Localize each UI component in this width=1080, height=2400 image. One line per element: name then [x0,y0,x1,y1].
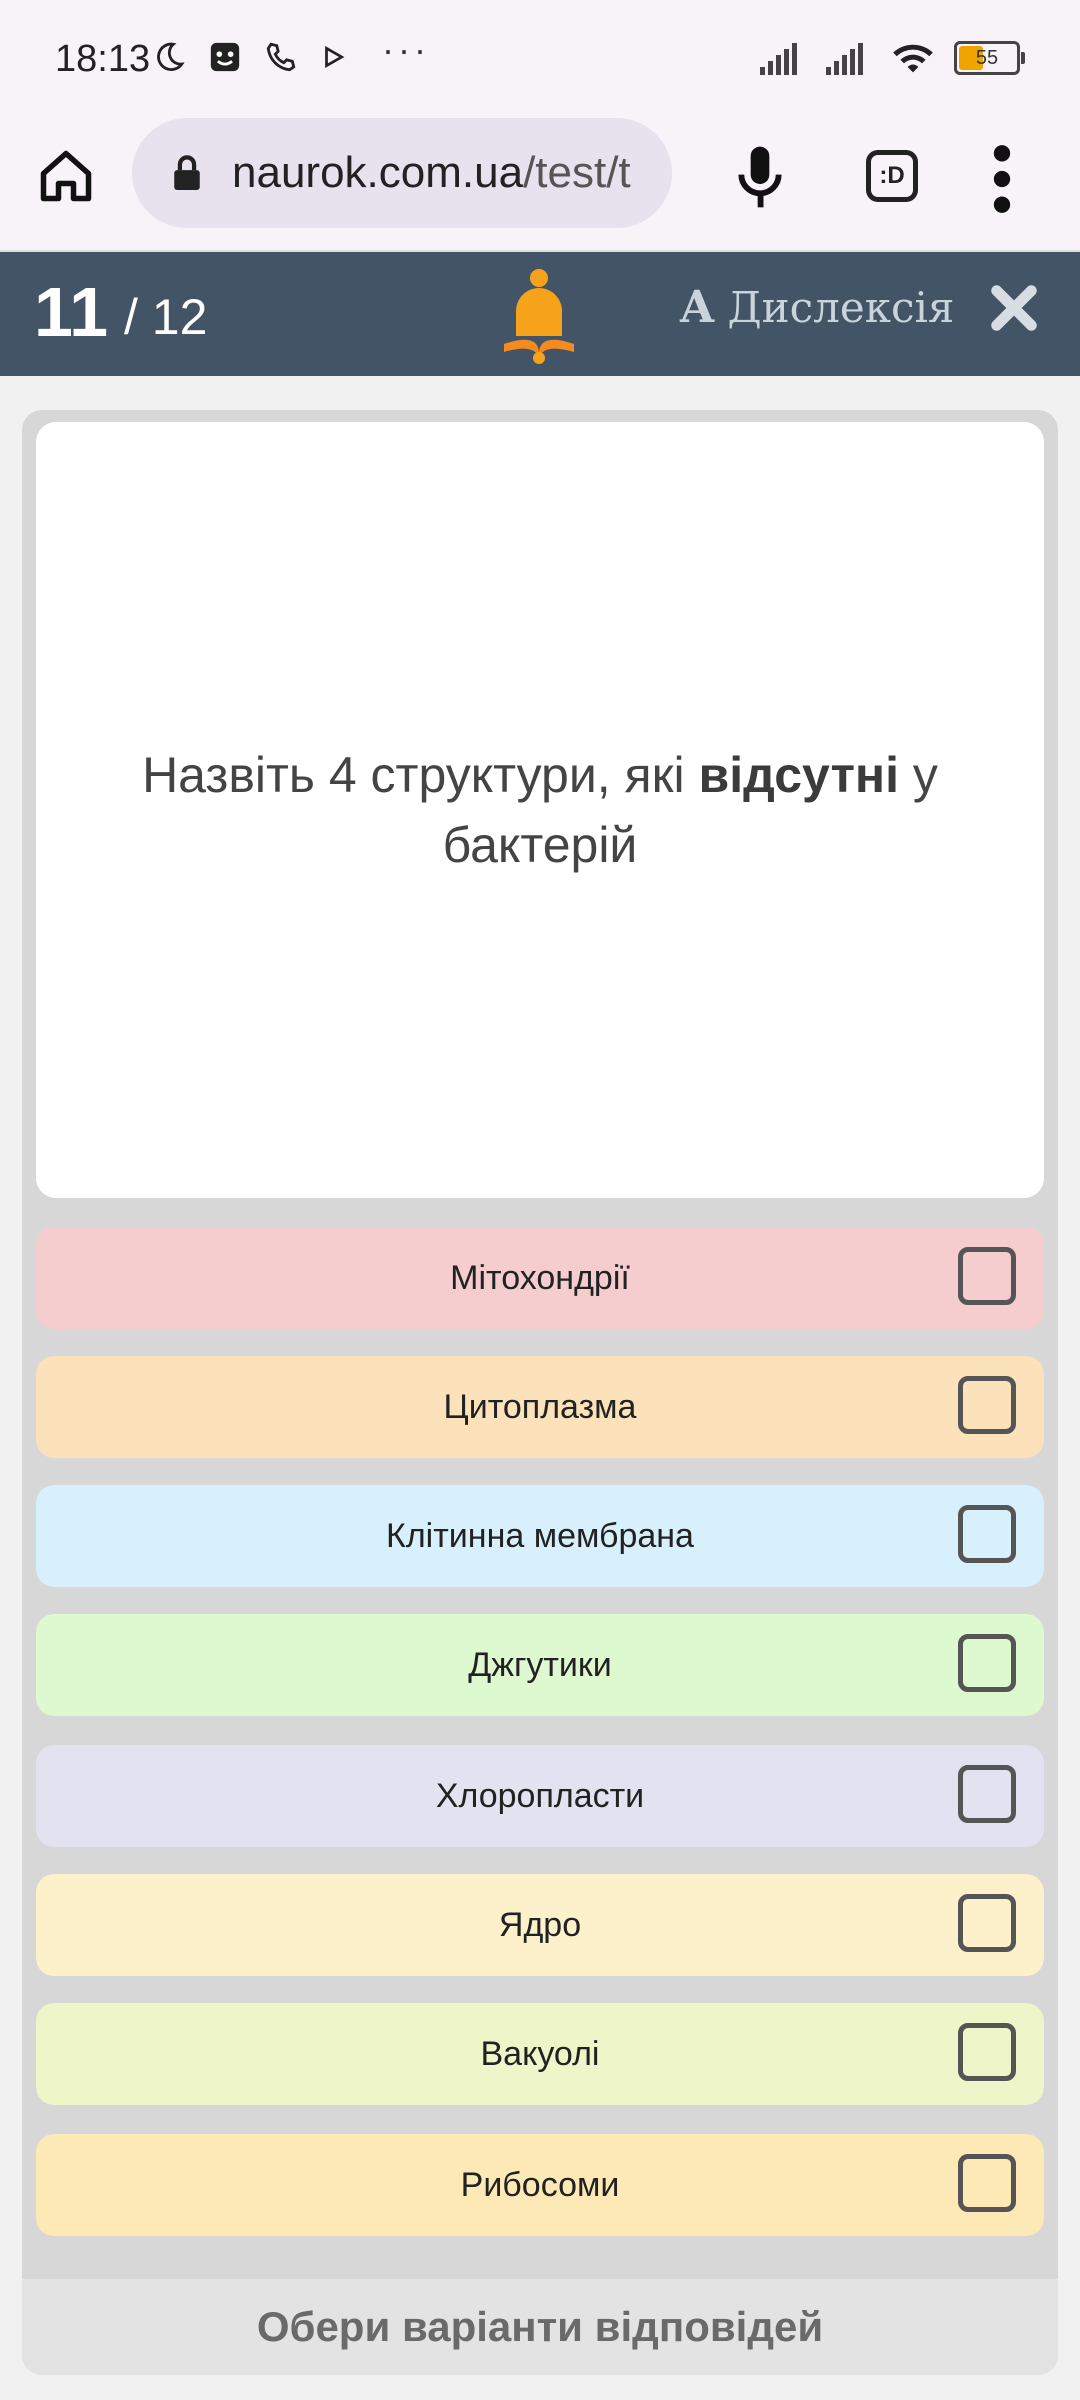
status-bar: 18:13 ··· 55 [0,0,1080,124]
url-path: /test/t [523,148,631,197]
play-icon [325,45,345,69]
answer-option[interactable]: Цитоплазма [36,1356,1044,1458]
answer-checkbox[interactable] [958,2154,1016,2212]
question-number: 11 [34,273,108,351]
overflow-menu-icon[interactable] [990,144,1014,214]
quiz-header: 11 / 12 A Дислексія [0,252,1080,376]
question-card: Назвіть 4 структури, які відсутні у бакт… [36,422,1044,1198]
answer-checkbox[interactable] [958,1505,1016,1563]
answer-option[interactable]: Мітохондрії [36,1227,1044,1329]
question-text-emphasis: відсутні [698,747,900,803]
answer-option-label: Рибосоми [460,2166,620,2204]
question-text: Назвіть 4 структури, які відсутні у бакт… [100,740,980,880]
answer-option[interactable]: Рибосоми [36,2134,1044,2236]
battery-level: 55 [975,47,999,69]
answer-option-label: Клітинна мембрана [386,1517,694,1555]
signal-icon [826,43,863,75]
question-panel: Назвіть 4 структури, які відсутні у бакт… [22,410,1058,2375]
lock-icon [174,155,200,190]
answer-checkbox[interactable] [958,1247,1016,1305]
phone-wifi-icon [266,42,296,72]
answer-checkbox[interactable] [958,2023,1016,2081]
answer-option-label: Джгутики [468,1646,612,1684]
dyslexia-letter: A [680,282,715,333]
question-text-start: Назвіть 4 структури, які [142,747,699,803]
bell-logo-icon [504,269,574,364]
answer-checkbox[interactable] [958,1765,1016,1823]
browser-toolbar: naurok.com.ua/test/t :D [0,118,1080,252]
answer-option-label: Вакуолі [480,2035,600,2073]
notification-icons: ··· [152,29,430,74]
clock: 18:13 [55,38,151,80]
question-total: / 12 [124,289,208,345]
answer-option-label: Ядро [498,1906,582,1944]
url-host: naurok.com.ua [232,148,524,197]
url-text[interactable]: naurok.com.ua/test/t [232,148,631,198]
wifi-icon [893,44,933,73]
signal-icon [760,43,797,75]
answer-option-label: Хлоропласти [435,1777,645,1815]
more-notifications-icon: ··· [382,29,430,70]
address-bar[interactable]: naurok.com.ua/test/t [132,118,672,228]
home-icon[interactable] [36,146,96,206]
answer-checkbox[interactable] [958,1634,1016,1692]
microphone-icon[interactable] [732,142,788,212]
answer-option[interactable]: Вакуолі [36,2003,1044,2105]
battery-icon: 55 [954,41,1025,75]
dyslexia-label: Дислексія [727,283,955,332]
answer-option-label: Мітохондрії [450,1259,630,1297]
answer-option[interactable]: Джгутики [36,1614,1044,1716]
dyslexia-toggle[interactable]: A Дислексія [680,282,954,333]
answer-option-label: Цитоплазма [443,1388,637,1426]
answer-option[interactable]: Клітинна мембрана [36,1485,1044,1587]
tab-switcher-button[interactable]: :D [866,150,918,202]
close-icon[interactable] [988,282,1040,334]
face-icon [210,42,240,72]
answer-option[interactable]: Ядро [36,1874,1044,1976]
answer-hint: Обери варіанти відповідей [22,2279,1058,2375]
moon-icon [157,42,185,71]
answer-option[interactable]: Хлоропласти [36,1745,1044,1847]
answer-checkbox[interactable] [958,1894,1016,1952]
answer-checkbox[interactable] [958,1376,1016,1434]
system-icons: 55 [758,40,1025,76]
